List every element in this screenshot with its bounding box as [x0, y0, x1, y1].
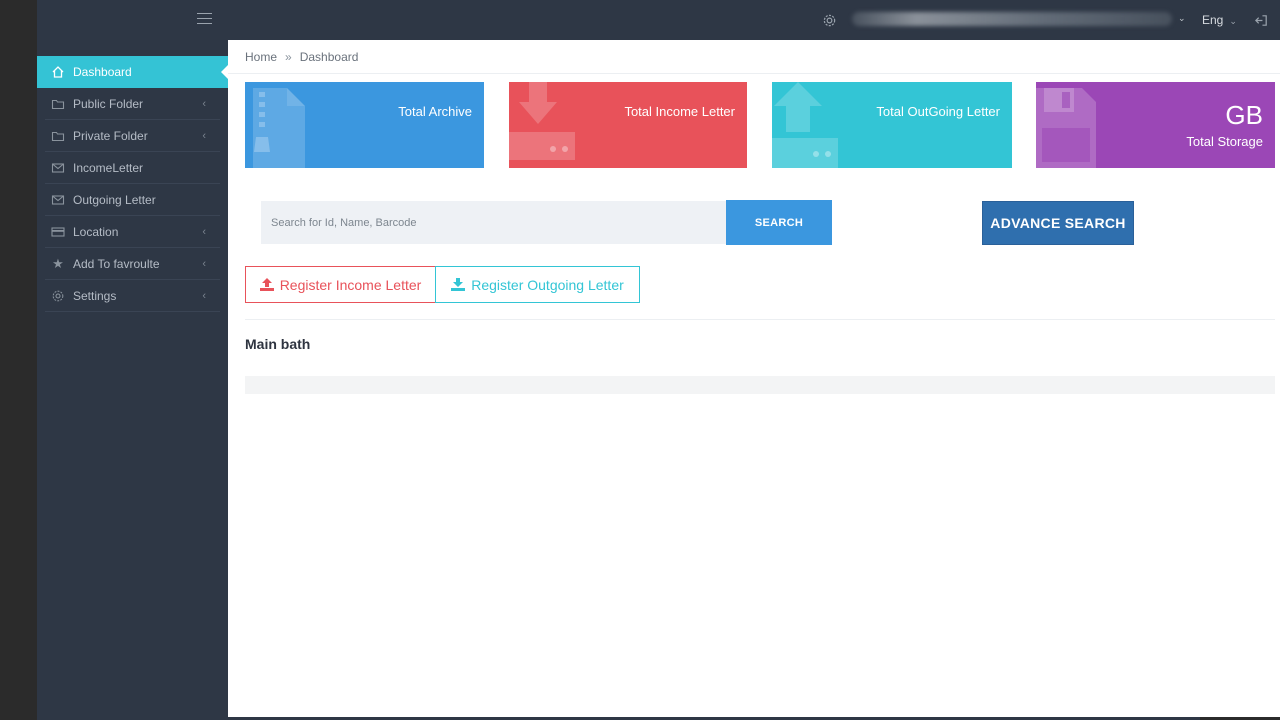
- sidebar-item-dashboard[interactable]: Dashboard: [37, 56, 229, 88]
- breadcrumb-current: Dashboard: [299, 50, 359, 64]
- menu-toggle-icon[interactable]: [197, 13, 212, 25]
- register-outgoing-letter-button[interactable]: Register Outgoing Letter: [435, 266, 640, 303]
- card-total-outgoing-letter[interactable]: Total OutGoing Letter: [772, 82, 1012, 168]
- gear-icon: [51, 289, 65, 303]
- sidebar: Dashboard Public Folder ‹ Private Folder…: [37, 40, 229, 720]
- top-navbar: ⌄ Eng ⌄: [37, 0, 1280, 40]
- chevron-down-icon: ⌄: [1229, 16, 1237, 26]
- sidebar-item-location[interactable]: Location ‹: [45, 216, 220, 248]
- window-edge: [0, 0, 37, 720]
- sidebar-item-income-letter[interactable]: IncomeLetter: [45, 152, 220, 184]
- search-input[interactable]: [261, 201, 727, 244]
- upload-icon: [772, 82, 838, 168]
- user-email-blurred[interactable]: [852, 12, 1172, 26]
- card-icon: [51, 225, 65, 239]
- card-total-income-letter[interactable]: Total Income Letter: [509, 82, 747, 168]
- upload-icon: [259, 278, 274, 291]
- sidebar-item-private-folder[interactable]: Private Folder ‹: [45, 120, 220, 152]
- card-label: Total OutGoing Letter: [876, 104, 1000, 119]
- sidebar-item-label: Dashboard: [73, 65, 132, 79]
- advance-search-button[interactable]: ADVANCE SEARCH: [982, 201, 1134, 245]
- chevron-left-icon: ‹: [202, 226, 206, 238]
- download-icon: [451, 278, 466, 291]
- floppy-disk-icon: [1036, 88, 1096, 168]
- search-button[interactable]: SEARCH: [726, 200, 832, 245]
- language-label: Eng: [1202, 13, 1224, 27]
- language-selector[interactable]: Eng ⌄: [1202, 13, 1237, 27]
- sidebar-item-label: IncomeLetter: [73, 160, 144, 175]
- sidebar-item-add-to-favourite[interactable]: ★ Add To favroulte ‹: [45, 248, 220, 280]
- envelope-icon: [51, 193, 65, 207]
- home-icon: [51, 65, 65, 79]
- chevron-left-icon: ‹: [202, 258, 206, 270]
- sidebar-item-outgoing-letter[interactable]: Outgoing Letter: [45, 184, 220, 216]
- folder-icon: [51, 97, 65, 111]
- inbox-download-icon: [509, 82, 575, 160]
- divider: [245, 319, 1275, 320]
- chevron-left-icon: ‹: [202, 290, 206, 302]
- sidebar-item-public-folder[interactable]: Public Folder ‹: [45, 88, 220, 120]
- section-title: Main bath: [245, 336, 311, 352]
- chevron-left-icon: ‹: [202, 98, 206, 110]
- sidebar-item-label: Outgoing Letter: [73, 192, 156, 207]
- settings-gear-icon[interactable]: [822, 13, 837, 28]
- search-box: [261, 201, 727, 244]
- sidebar-item-label: Settings: [73, 288, 117, 303]
- card-total-storage[interactable]: GB Total Storage: [1036, 82, 1275, 168]
- envelope-icon: [51, 161, 65, 175]
- logout-icon[interactable]: [1254, 13, 1269, 28]
- register-outgoing-label: Register Outgoing Letter: [471, 276, 624, 293]
- card-label: Total Archive: [398, 104, 472, 119]
- storage-value: GB: [1225, 100, 1263, 130]
- chevron-left-icon: ‹: [202, 130, 206, 142]
- user-chevron-down-icon[interactable]: ⌄: [1178, 13, 1186, 24]
- sidebar-item-label: Public Folder: [73, 96, 144, 111]
- breadcrumb-separator: »: [285, 50, 292, 64]
- folder-path-bar: [245, 376, 1275, 394]
- sidebar-item-label: Private Folder: [73, 128, 148, 143]
- breadcrumb-home[interactable]: Home: [245, 50, 277, 64]
- card-label: Total Storage: [1186, 134, 1263, 149]
- register-income-label: Register Income Letter: [279, 276, 422, 293]
- zip-file-icon: [253, 88, 305, 168]
- folder-icon: [51, 129, 65, 143]
- card-label: Total Income Letter: [624, 104, 735, 119]
- sidebar-item-label: Add To favroulte: [73, 256, 160, 271]
- main-content: Home » Dashboard Total Archive Total Incom…: [228, 40, 1280, 717]
- register-income-letter-button[interactable]: Register Income Letter: [245, 266, 436, 303]
- card-total-archive[interactable]: Total Archive: [245, 82, 484, 168]
- divider: [228, 73, 1280, 74]
- sidebar-item-label: Location: [73, 224, 119, 239]
- sidebar-item-settings[interactable]: Settings ‹: [45, 280, 220, 312]
- star-icon: ★: [52, 255, 64, 271]
- breadcrumb: Home » Dashboard: [245, 50, 358, 64]
